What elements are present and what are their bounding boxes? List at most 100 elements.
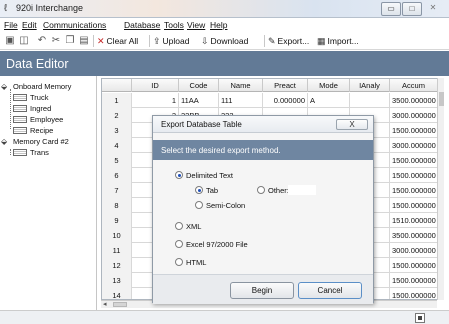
row-number: 8 [102, 198, 132, 213]
tree-root-memory-card[interactable]: ⬙ Memory Card #2 [1, 137, 69, 147]
radio-label: Delimited Text [186, 171, 233, 180]
save-icon[interactable]: ▣ [4, 35, 16, 47]
tree-item-trans[interactable]: Trans [13, 148, 49, 158]
radio-xml[interactable]: XML [175, 222, 201, 232]
radio-label: Excel 97/2000 File [186, 240, 248, 249]
toolbar: ▣ ◫ ↶ ✂ ❐ ▤ ✕ Clear All ⇪ Upload ⇩ Download… [0, 32, 449, 50]
radio-label: Semi-Colon [206, 201, 246, 210]
cell-code[interactable]: 11AA [179, 93, 219, 108]
cut-icon[interactable]: ✂ [50, 35, 62, 47]
row-number: 2 [102, 108, 132, 123]
tree-item-truck[interactable]: Truck [13, 93, 48, 103]
menu-communications[interactable]: Communications [43, 20, 106, 30]
other-delimiter-input[interactable] [288, 185, 316, 195]
tree-item-recipe[interactable]: Recipe [13, 126, 53, 136]
radio-semi-colon[interactable]: Semi-Colon [195, 201, 245, 211]
cell-accum[interactable]: 3500.000000 [390, 228, 438, 243]
radio-other[interactable]: Other: [257, 186, 289, 196]
scroll-thumb[interactable] [113, 302, 127, 307]
copy-icon[interactable]: ❐ [64, 35, 76, 47]
cell-name[interactable]: 111 [219, 93, 263, 108]
cell-accum[interactable]: 1500.000000 [390, 168, 438, 183]
close-window-button[interactable]: ✕ [423, 2, 443, 16]
grid-header: ID Code Name Preact Mode IAnaly Accum [102, 79, 443, 92]
cell-accum[interactable]: 3000.000000 [390, 138, 438, 153]
maximize-button[interactable]: □ [402, 2, 422, 16]
cell-accum[interactable]: 3000.000000 [390, 108, 438, 123]
import-label: Import... [327, 36, 359, 46]
cell-mode[interactable]: A [308, 93, 350, 108]
tree-root-label: Onboard Memory [13, 82, 72, 91]
radio-html[interactable]: HTML [175, 258, 206, 268]
menu-tools[interactable]: Tools [164, 20, 184, 30]
minimize-button[interactable]: ▭ [381, 2, 401, 16]
table-icon [13, 116, 27, 123]
cell-preact[interactable]: 0.000000 [263, 93, 308, 108]
export-button[interactable]: ✎ Export... [268, 35, 309, 47]
cancel-button[interactable]: Cancel [298, 282, 362, 299]
radio-unselected-icon [175, 222, 183, 230]
tree-root-onboard-memory[interactable]: ⬙ Onboard Memory [1, 82, 71, 92]
tree-item-label: Recipe [30, 126, 54, 135]
begin-button[interactable]: Begin [230, 282, 294, 299]
download-button[interactable]: ⇩ Download [201, 35, 248, 47]
cell-accum[interactable]: 1500.000000 [390, 288, 438, 299]
cell-id[interactable]: 1 [132, 93, 179, 108]
cell-accum[interactable]: 1510.000000 [390, 213, 438, 228]
radio-unselected-icon [175, 258, 183, 266]
table-row[interactable]: 1 1 11AA 111 0.000000 A 3500.000000 [102, 93, 443, 108]
menu-edit[interactable]: Edit [22, 20, 37, 30]
clear-all-button[interactable]: ✕ Clear All [97, 35, 138, 47]
cell-accum[interactable]: 1500.000000 [390, 183, 438, 198]
cell-ianaly[interactable] [350, 93, 390, 108]
tree-item-ingred[interactable]: Ingred [13, 104, 51, 114]
column-header-mode[interactable]: Mode [308, 79, 350, 92]
resize-grip-icon[interactable] [415, 313, 425, 323]
dialog-title: Export Database Table [161, 120, 242, 129]
column-header-code[interactable]: Code [179, 79, 219, 92]
tree-item-label: Truck [30, 93, 49, 102]
print-preview-icon[interactable]: ◫ [18, 35, 30, 47]
menu-help[interactable]: Help [210, 20, 227, 30]
cell-accum[interactable]: 1500.000000 [390, 198, 438, 213]
menu-file[interactable]: File [4, 20, 18, 30]
radio-delimited-text[interactable]: Delimited Text [175, 171, 233, 181]
menu-database[interactable]: Database [124, 20, 160, 30]
cell-accum[interactable]: 1500.000000 [390, 258, 438, 273]
undo-icon[interactable]: ↶ [36, 35, 48, 47]
radio-unselected-icon [257, 186, 265, 194]
tree-item-label: Employee [30, 115, 64, 124]
row-number: 5 [102, 153, 132, 168]
radio-unselected-icon [195, 201, 203, 209]
grid-vertical-scrollbar[interactable] [437, 78, 444, 300]
export-label: Export... [277, 36, 310, 46]
cell-accum[interactable]: 1500.000000 [390, 273, 438, 288]
table-icon [13, 94, 27, 101]
column-header-rownum [102, 79, 132, 92]
cell-accum[interactable]: 1500.000000 [390, 123, 438, 138]
scroll-thumb[interactable] [439, 92, 444, 106]
clear-icon: ✕ [97, 36, 105, 46]
import-button[interactable]: ▦ Import... [317, 35, 359, 47]
upload-button[interactable]: ⇪ Upload [153, 35, 189, 47]
column-header-preact[interactable]: Preact [263, 79, 308, 92]
radio-label: HTML [186, 258, 207, 267]
paste-icon[interactable]: ▤ [78, 35, 90, 47]
dialog-close-button[interactable]: X [336, 119, 368, 130]
menu-view[interactable]: View [187, 20, 205, 30]
radio-tab[interactable]: Tab [195, 186, 218, 196]
row-number: 1 [102, 93, 132, 108]
tree-item-employee[interactable]: Employee [13, 115, 63, 125]
memory-tree: ⬙ Onboard Memory Truck Ingred Employee Re… [0, 76, 97, 324]
cell-accum[interactable]: 3000.000000 [390, 243, 438, 258]
cell-accum[interactable]: 1500.000000 [390, 153, 438, 168]
column-header-ianaly[interactable]: IAnaly [350, 79, 390, 92]
column-header-name[interactable]: Name [219, 79, 263, 92]
memory-card-icon: ⬙ [1, 137, 8, 146]
radio-excel[interactable]: Excel 97/2000 File [175, 240, 248, 250]
cell-accum[interactable]: 3500.000000 [390, 93, 438, 108]
column-header-id[interactable]: ID [132, 79, 179, 92]
column-header-accum[interactable]: Accum [390, 79, 438, 92]
scroll-left-icon[interactable]: ◂ [103, 300, 107, 308]
tree-connector [10, 89, 11, 129]
